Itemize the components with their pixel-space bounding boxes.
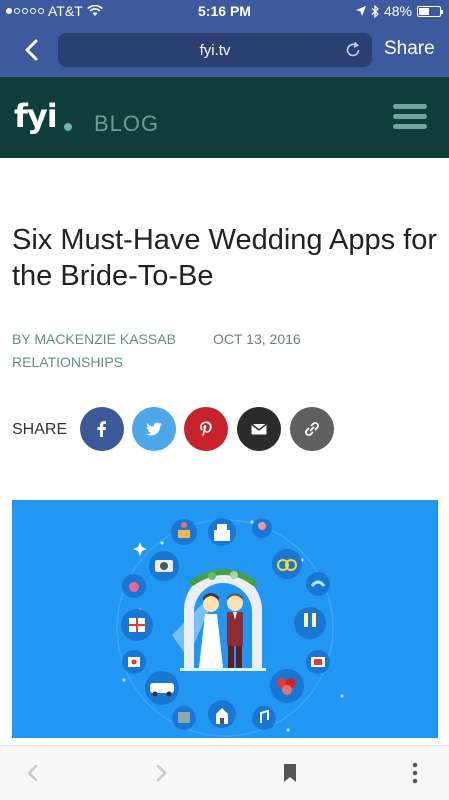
article-hero-image <box>12 500 438 738</box>
url-text: fyi.tv <box>199 42 231 59</box>
facebook-share-button[interactable] <box>80 407 124 451</box>
fyi-logo[interactable]: fyi <box>14 97 58 135</box>
back-arrow-icon[interactable] <box>22 762 44 784</box>
hamburger-menu-icon[interactable] <box>393 104 427 130</box>
address-row: fyi.tv Share <box>0 28 449 72</box>
twitter-icon <box>146 422 162 436</box>
category-link[interactable]: RELATIONSHIPS <box>12 354 123 370</box>
location-arrow-icon <box>355 6 366 16</box>
more-options-icon[interactable] <box>404 762 426 784</box>
address-field[interactable]: fyi.tv <box>58 33 372 67</box>
back-chevron-icon[interactable] <box>20 38 44 62</box>
battery-icon <box>417 5 443 17</box>
author-byline[interactable]: BY MACKENZIE KASSAB <box>12 331 176 347</box>
forward-arrow-icon[interactable] <box>150 762 172 784</box>
logo-dot <box>64 123 72 131</box>
link-icon <box>305 422 319 436</box>
battery-fill <box>419 7 429 15</box>
share-label: SHARE <box>12 421 68 438</box>
wedding-illustration <box>12 500 438 738</box>
pinterest-share-button[interactable] <box>184 407 228 451</box>
twitter-share-button[interactable] <box>132 407 176 451</box>
site-header: fyi BLOG <box>0 77 449 158</box>
copy-link-button[interactable] <box>290 407 334 451</box>
publish-date: OCT 13, 2016 <box>213 331 301 347</box>
status-right: 48% <box>355 3 443 19</box>
browser-toolbar <box>0 745 449 800</box>
article-title: Six Must-Have Wedding Apps for the Bride… <box>12 224 437 292</box>
battery-percent: 48% <box>383 3 412 19</box>
reload-icon[interactable] <box>344 41 362 59</box>
status-bar: AT&T 5:16 PM 48% <box>0 0 449 22</box>
bluetooth-icon <box>371 4 379 18</box>
bookmark-icon[interactable] <box>279 762 301 784</box>
facebook-icon <box>97 421 106 437</box>
browser-chrome: AT&T 5:16 PM 48% fyi.tv Share <box>0 0 449 77</box>
share-button[interactable]: Share <box>384 38 435 60</box>
email-share-button[interactable] <box>237 407 281 451</box>
pinterest-icon <box>200 421 212 437</box>
envelope-icon <box>251 423 267 435</box>
blog-label[interactable]: BLOG <box>94 111 159 137</box>
